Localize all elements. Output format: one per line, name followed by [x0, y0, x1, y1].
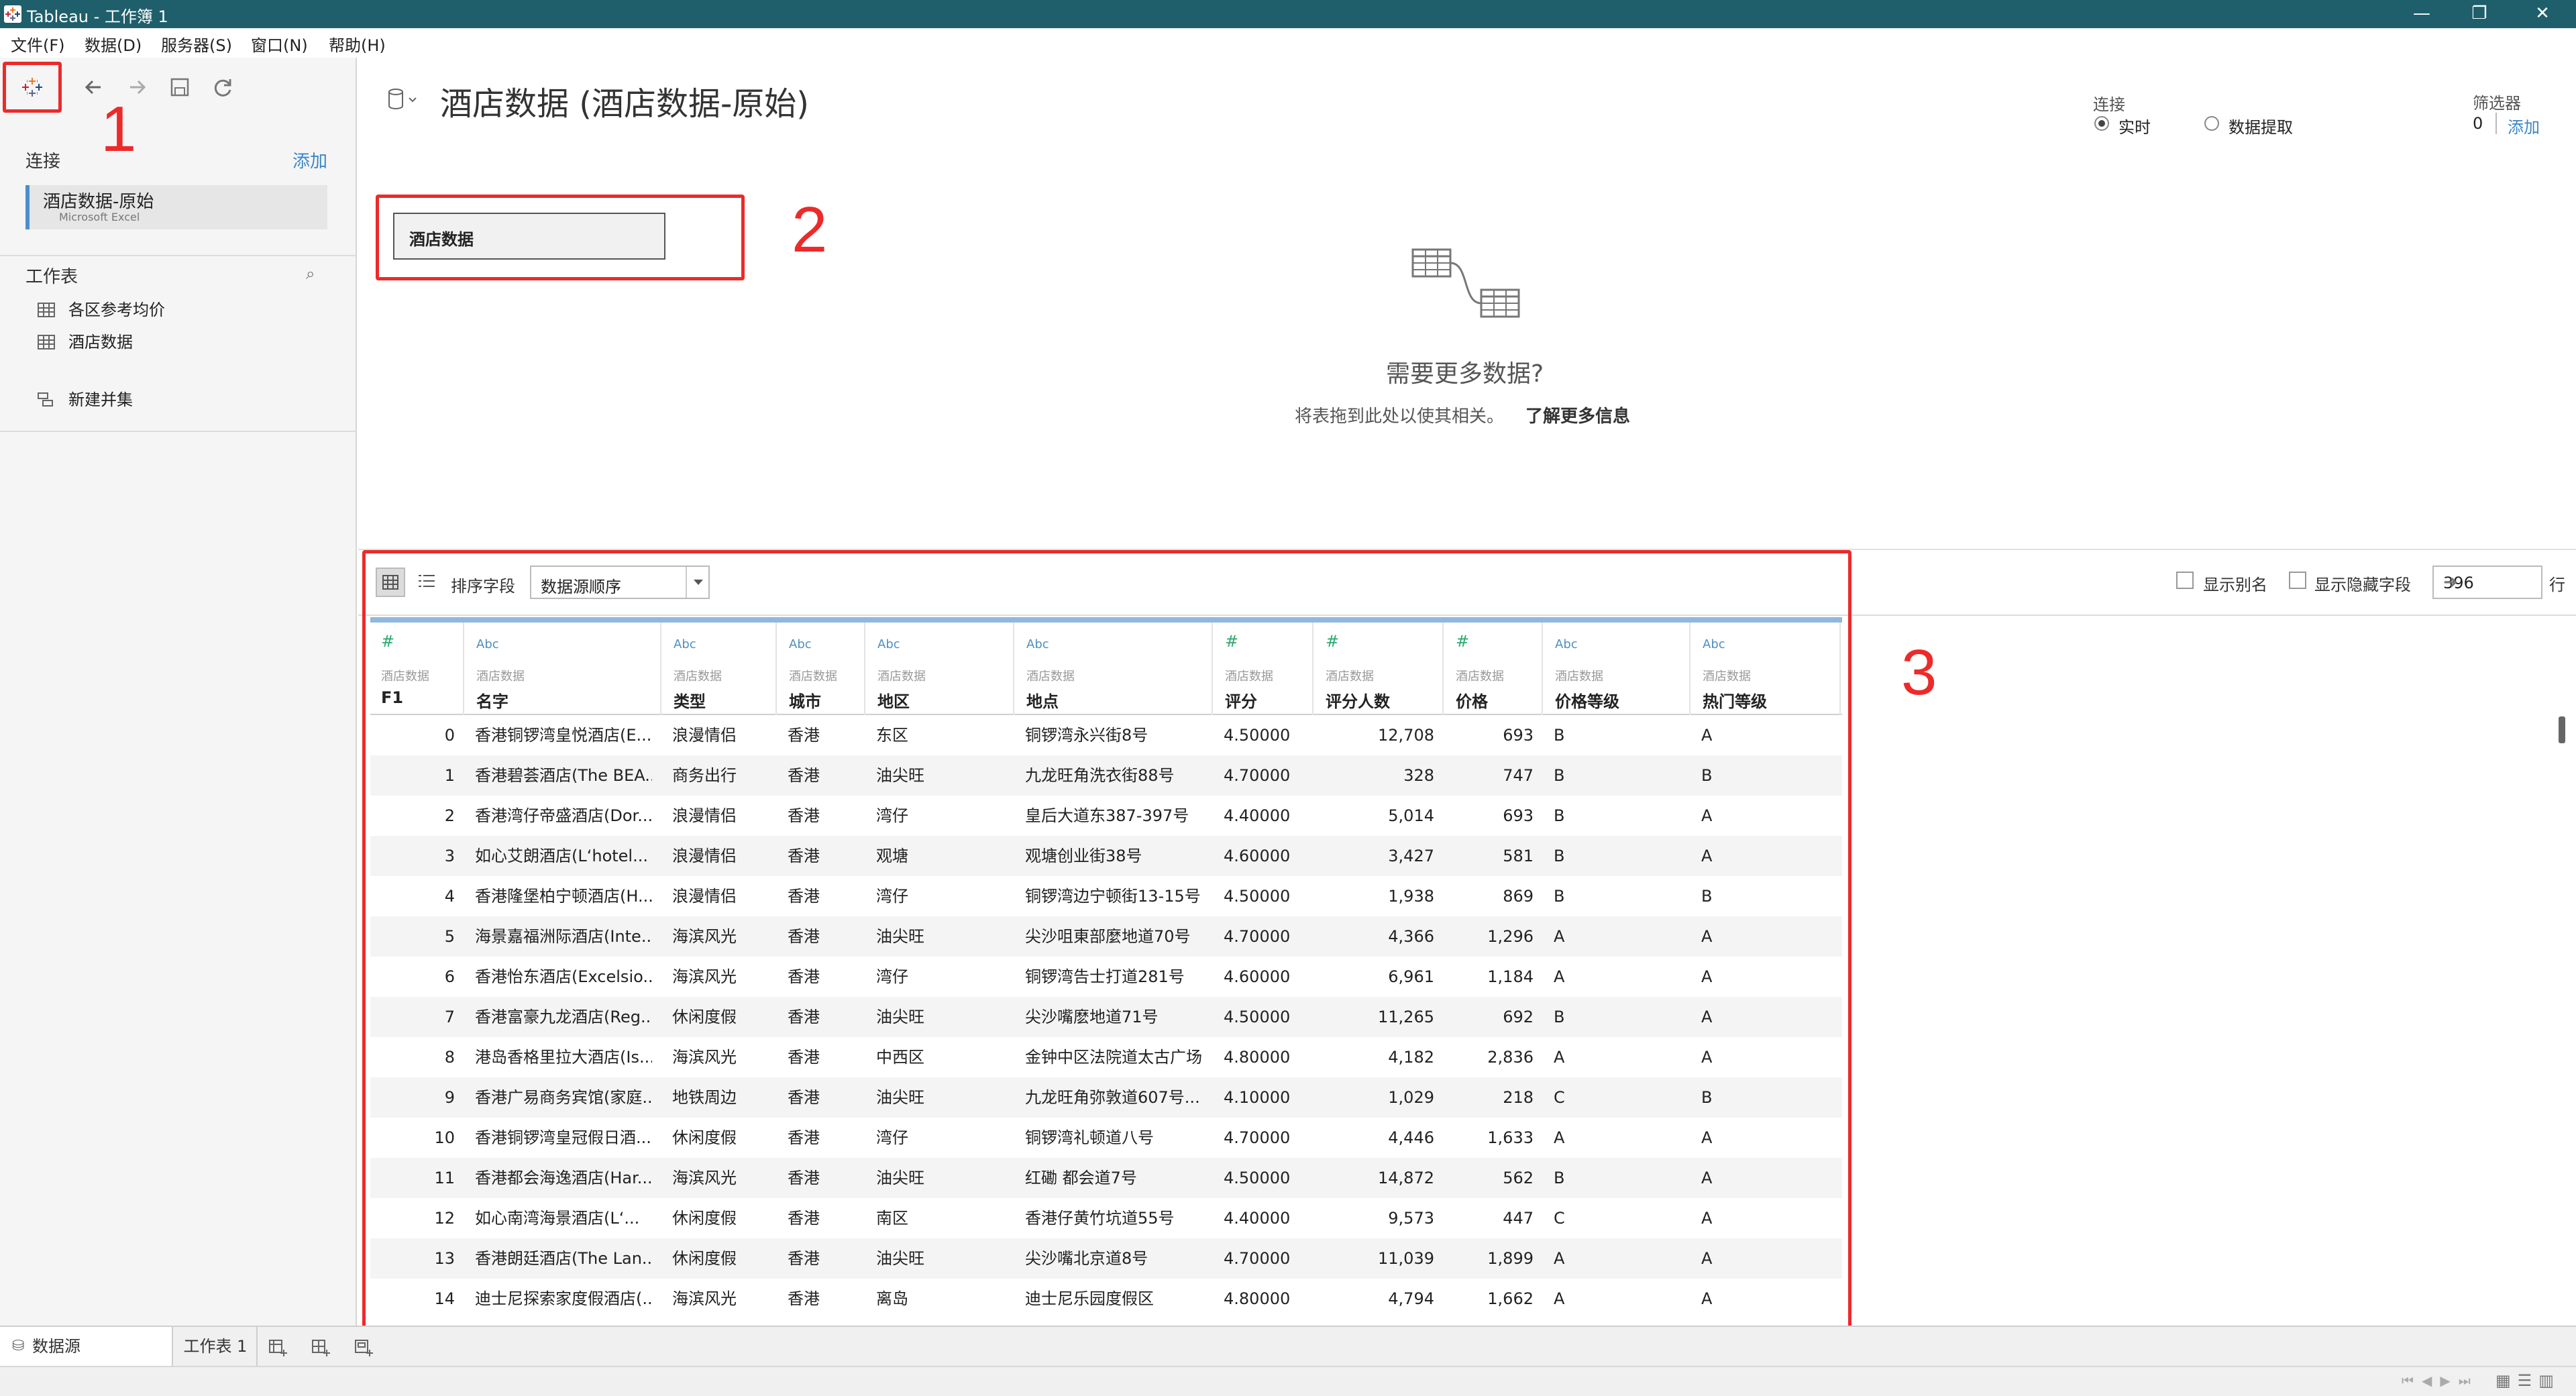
relate-tables-icon	[1409, 246, 1523, 323]
sheet-tabs-bar: ⛁ 数据源 工作表 1	[0, 1326, 2576, 1366]
sheet-item-hotel-data[interactable]: 酒店数据	[38, 329, 133, 352]
status-bar: ⏮◀▶⏭ ▦☰▥	[0, 1366, 2576, 1396]
restore-button[interactable]: ❐	[2446, 0, 2513, 28]
tab-worksheet-label: 工作表 1	[183, 1337, 248, 1356]
window-title: Tableau - 工作簿 1	[27, 7, 168, 26]
sheet-item-label: 酒店数据	[68, 333, 133, 352]
tab-worksheet-1[interactable]: 工作表 1	[174, 1327, 258, 1366]
new-worksheet-icon[interactable]	[267, 1336, 288, 1358]
filters-label: 筛选器	[2473, 94, 2521, 113]
annotation-number-2: 2	[792, 194, 828, 266]
save-icon[interactable]	[164, 71, 196, 103]
need-more-data-heading: 需要更多数据?	[1386, 360, 1544, 388]
tab-datasource[interactable]: ⛁ 数据源	[0, 1327, 173, 1366]
menu-help[interactable]: 帮助(H)	[329, 32, 386, 56]
menu-window[interactable]: 窗口(N)	[251, 32, 308, 56]
rows-label: 行	[2549, 576, 2565, 594]
new-union-item[interactable]: 新建并集	[38, 386, 133, 410]
show-alias-label: 显示别名	[2203, 576, 2267, 594]
arrow-right-icon[interactable]: ➜	[2443, 572, 2534, 592]
menu-bar: 文件(F) 数据(D) 服务器(S) 窗口(N) 帮助(H)	[0, 28, 2576, 58]
minimize-button[interactable]: —	[2388, 0, 2455, 28]
show-hidden-label: 显示隐藏字段	[2314, 576, 2411, 594]
filter-count: 0	[2473, 114, 2483, 133]
show-alias-checkbox[interactable]	[2176, 572, 2194, 589]
connection-type: Microsoft Excel	[59, 211, 140, 223]
menu-file[interactable]: 文件(F)	[11, 32, 65, 56]
annotation-box-3	[362, 550, 1851, 1332]
connection-item[interactable]: 酒店数据-原始 Microsoft Excel	[25, 185, 327, 229]
table-grid-icon	[38, 303, 55, 317]
sheet-item-price-avg[interactable]: 各区参考均价	[38, 297, 165, 320]
union-icon	[38, 392, 55, 407]
extract-radio[interactable]	[2204, 116, 2219, 131]
annotation-box-2	[376, 195, 745, 280]
rows-input[interactable]: 396 ➜	[2432, 566, 2542, 599]
table-grid-icon	[38, 335, 55, 350]
database-icon[interactable]	[384, 86, 424, 113]
new-dashboard-icon[interactable]	[310, 1336, 331, 1358]
annotation-number-3: 3	[1901, 637, 1937, 708]
connections-label: 连接	[25, 152, 61, 172]
datasource-icon: ⛁	[12, 1338, 25, 1354]
panel-divider	[0, 255, 357, 256]
live-radio[interactable]	[2094, 116, 2109, 131]
title-bar: Tableau - 工作簿 1 — ❐ ✕	[0, 0, 2576, 28]
pagination-icon[interactable]: ⏮◀▶⏭	[2402, 1373, 2479, 1389]
sheets-label: 工作表	[25, 267, 78, 287]
new-story-icon[interactable]	[353, 1336, 374, 1358]
menu-server[interactable]: 服务器(S)	[161, 32, 232, 56]
close-button[interactable]: ✕	[2509, 0, 2576, 28]
search-icon[interactable]: ⌕	[306, 264, 315, 283]
refresh-icon[interactable]	[207, 71, 239, 103]
page-title: 酒店数据 (酒店数据-原始)	[440, 85, 810, 123]
learn-more-link[interactable]: 了解更多信息	[1525, 402, 1630, 427]
connection-type-label: 连接	[2093, 95, 2125, 114]
annotation-number-1: 1	[101, 93, 137, 165]
tab-datasource-label: 数据源	[32, 1337, 80, 1356]
new-union-label: 新建并集	[68, 390, 133, 409]
vertical-scrollbar[interactable]	[2559, 716, 2565, 743]
annotation-box-1	[3, 62, 62, 113]
panel-divider	[0, 431, 357, 432]
drag-hint-text: 将表拖到此处以使其相关。	[1295, 407, 1505, 427]
menu-data[interactable]: 数据(D)	[85, 32, 142, 56]
add-connection-link[interactable]: 添加	[292, 148, 327, 172]
data-source-panel: 连接 添加 酒店数据-原始 Microsoft Excel 工作表 ⌕ 各区参考…	[0, 58, 357, 1326]
sheet-item-label: 各区参考均价	[68, 301, 165, 319]
add-filter-link[interactable]: 添加	[2508, 114, 2540, 138]
connection-name: 酒店数据-原始	[43, 192, 154, 212]
show-hidden-checkbox[interactable]	[2289, 572, 2306, 589]
extract-label: 数据提取	[2229, 118, 2293, 137]
view-mode-icon[interactable]: ▦☰▥	[2496, 1371, 2561, 1390]
tableau-logo-icon	[4, 5, 21, 23]
filter-divider	[2496, 113, 2497, 134]
live-label: 实时	[2118, 118, 2151, 137]
